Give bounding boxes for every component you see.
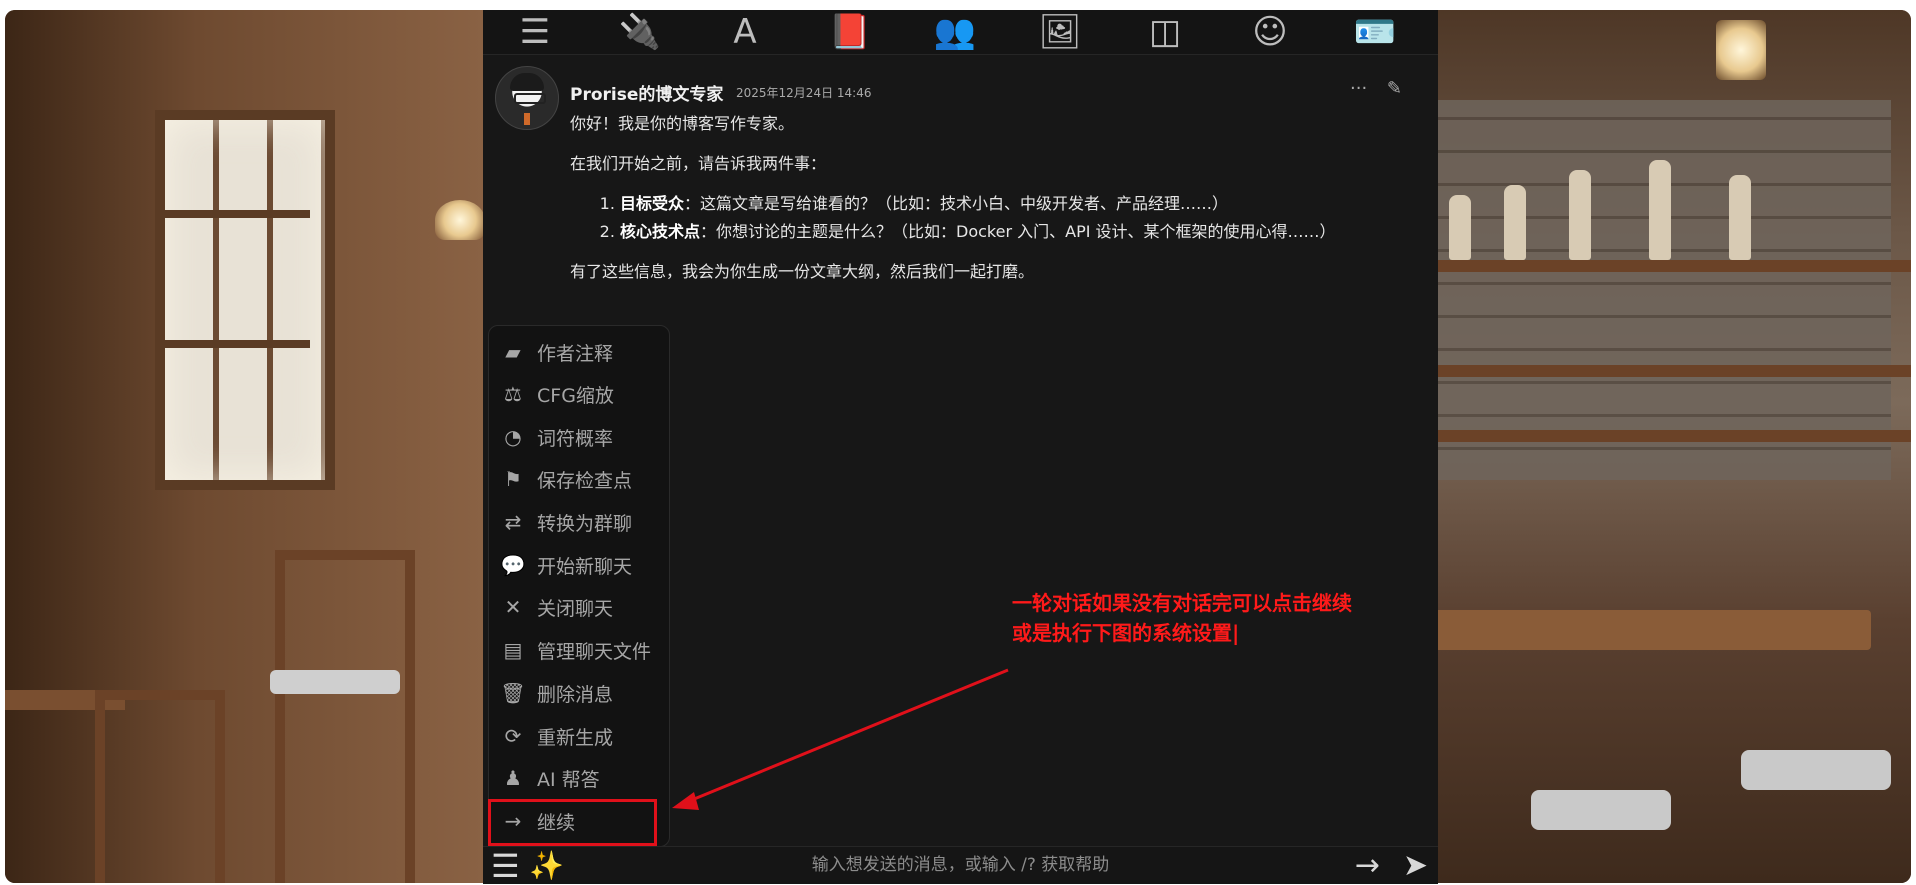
flag-icon: ⚑ bbox=[504, 467, 522, 491]
background-shelf bbox=[1421, 365, 1911, 377]
menu-item-label: 保存检查点 bbox=[537, 469, 633, 492]
annotation-text: 一轮对话如果没有对话完可以点击继续 或是执行下图的系统设置| bbox=[1012, 588, 1422, 648]
annotation-line-1: 一轮对话如果没有对话完可以点击继续 bbox=[1012, 591, 1352, 615]
background-bottle bbox=[1504, 185, 1526, 260]
background-shelf bbox=[1421, 260, 1911, 272]
background-window-bar bbox=[160, 210, 310, 218]
menu-item-label: 词符概率 bbox=[537, 427, 614, 450]
message-greeting: 你好！我是你的博客写作专家。 bbox=[570, 114, 795, 133]
cubes-icon[interactable]: ◫ bbox=[1135, 10, 1195, 54]
scale-balanced-icon: ⚖ bbox=[504, 382, 522, 406]
menu-item-regenerate[interactable]: ⟳ 重新生成 bbox=[489, 716, 669, 756]
list-item: 目标受众：这篇文章是写给谁看的？（比如：技术小白、中级开发者、产品经理……） bbox=[620, 192, 1390, 216]
message-list: 目标受众：这篇文章是写给谁看的？（比如：技术小白、中级开发者、产品经理……） 核… bbox=[570, 192, 1390, 244]
menu-item-label: 删除消息 bbox=[537, 683, 614, 706]
plug-icon[interactable]: 🔌 bbox=[610, 10, 670, 54]
background-shelf bbox=[1421, 430, 1911, 442]
font-icon[interactable]: A bbox=[715, 10, 775, 54]
list-item-bold: 核心技术点 bbox=[620, 222, 701, 241]
background-bottle bbox=[1649, 160, 1671, 260]
menu-item-save-checkpoint[interactable]: ⚑ 保存检查点 bbox=[489, 459, 669, 499]
background-window bbox=[155, 110, 335, 490]
menu-item-label: 开始新聊天 bbox=[537, 555, 633, 578]
menu-item-delete-messages[interactable]: 🗑 删除消息 bbox=[489, 673, 669, 713]
trash-icon: 🗑 bbox=[500, 681, 526, 705]
list-item-bold: 目标受众 bbox=[620, 194, 685, 213]
avatar-glasses bbox=[514, 93, 546, 104]
menu-item-close-chat[interactable]: ✕ 关闭聊天 bbox=[489, 587, 669, 627]
user-gear-icon[interactable]: 👥 bbox=[925, 10, 985, 54]
menu-item-label: 关闭聊天 bbox=[537, 597, 614, 620]
background-chair-seat bbox=[270, 670, 400, 694]
menu-item-cfg-scale[interactable]: ⚖ CFG缩放 bbox=[489, 374, 669, 414]
avatar-hair bbox=[510, 73, 544, 91]
background-window-bar bbox=[160, 340, 310, 348]
menu-item-label: 重新生成 bbox=[537, 726, 614, 749]
edit-pencil-icon[interactable]: ✎ bbox=[1387, 78, 1402, 99]
image-icon[interactable]: 🖼 bbox=[1030, 10, 1090, 54]
menu-item-label: AI 帮答 bbox=[537, 768, 600, 791]
message-author-name: Prorise的博文专家 bbox=[570, 85, 724, 105]
more-options-icon[interactable]: ··· bbox=[1350, 78, 1367, 99]
annotation-line-2: 或是执行下图的系统设置| bbox=[1012, 621, 1240, 645]
background-chair bbox=[275, 550, 415, 883]
menu-item-new-chat[interactable]: 💬 开始新聊天 bbox=[489, 545, 669, 585]
background-lamp bbox=[1716, 20, 1766, 80]
send-icon[interactable]: ➤ bbox=[1403, 849, 1428, 883]
menu-item-label: 作者注释 bbox=[537, 342, 614, 365]
avatar[interactable] bbox=[495, 66, 559, 130]
options-menu: ▰ 作者注释 ⚖ CFG缩放 ◔ 词符概率 ⚑ 保存检查点 ⇄ 转换为群聊 💬 … bbox=[488, 325, 670, 847]
menu-item-label: 转换为群聊 bbox=[537, 512, 633, 535]
user-secret-icon: ♟ bbox=[504, 766, 522, 790]
background-bottle bbox=[1729, 175, 1751, 260]
background-lamp bbox=[435, 200, 485, 240]
xmark-icon: ✕ bbox=[504, 595, 522, 619]
menu-item-convert-to-group[interactable]: ⇄ 转换为群聊 bbox=[489, 502, 669, 542]
message-input-bar: ☰ ✨ 输入想发送的消息，或输入 /? 获取帮助 → ➤ bbox=[483, 846, 1438, 884]
menu-item-author-note[interactable]: ▰ 作者注释 bbox=[489, 332, 669, 372]
continue-arrow-icon[interactable]: → bbox=[1355, 849, 1380, 883]
menu-item-impersonate[interactable]: ♟ AI 帮答 bbox=[489, 758, 669, 798]
background-stone-wall bbox=[1421, 100, 1891, 480]
background-bottle bbox=[1449, 195, 1471, 260]
menu-item-label: 管理聊天文件 bbox=[537, 640, 652, 663]
address-card-icon[interactable]: 🪪 bbox=[1345, 10, 1405, 54]
background-chair-seat bbox=[1531, 790, 1671, 830]
note-icon: ▰ bbox=[505, 340, 521, 364]
message-actions: ··· ✎ bbox=[1336, 78, 1402, 99]
sliders-icon[interactable]: ☰ bbox=[505, 10, 565, 54]
repeat-icon: ⟳ bbox=[504, 724, 522, 748]
message-intro: 在我们开始之前，请告诉我两件事： bbox=[570, 154, 827, 173]
annotation-highlight-box bbox=[488, 799, 657, 846]
chart-pie-icon: ◔ bbox=[504, 425, 522, 449]
comments-icon: 💬 bbox=[500, 553, 526, 577]
avatar-tie bbox=[524, 113, 530, 125]
menu-item-token-probabilities[interactable]: ◔ 词符概率 bbox=[489, 417, 669, 457]
background-bottle bbox=[1569, 170, 1591, 260]
background-chair-seat bbox=[1741, 750, 1891, 790]
address-book-icon: ▤ bbox=[503, 638, 523, 662]
top-toolbar: ☰ 🔌 A 📕 👥 🖼 ◫ ☺ 🪪 bbox=[483, 10, 1438, 55]
list-item-text: ：你想讨论的主题是什么？（比如：Docker 入门、API 设计、某个框架的使用… bbox=[700, 222, 1336, 241]
list-item-text: ：这篇文章是写给谁看的？（比如：技术小白、中级开发者、产品经理……） bbox=[684, 194, 1229, 213]
list-item: 核心技术点：你想讨论的主题是什么？（比如：Docker 入门、API 设计、某个… bbox=[620, 220, 1390, 244]
background-table bbox=[1431, 610, 1871, 650]
background-chair bbox=[95, 690, 225, 883]
menu-item-label: CFG缩放 bbox=[537, 384, 614, 407]
message-body: 你好！我是你的博客写作专家。 在我们开始之前，请告诉我两件事： 目标受众：这篇文… bbox=[570, 112, 1390, 300]
menu-item-manage-chat-files[interactable]: ▤ 管理聊天文件 bbox=[489, 630, 669, 670]
people-arrows-icon: ⇄ bbox=[504, 510, 522, 534]
book-icon[interactable]: 📕 bbox=[820, 10, 880, 54]
face-smile-icon[interactable]: ☺ bbox=[1240, 10, 1300, 54]
message-closing: 有了这些信息，我会为你生成一份文章大纲，然后我们一起打磨。 bbox=[570, 262, 1035, 281]
message-input[interactable]: 输入想发送的消息，或输入 /? 获取帮助 bbox=[483, 847, 1438, 884]
message-timestamp: 2025年12月24日 14:46 bbox=[736, 86, 872, 100]
